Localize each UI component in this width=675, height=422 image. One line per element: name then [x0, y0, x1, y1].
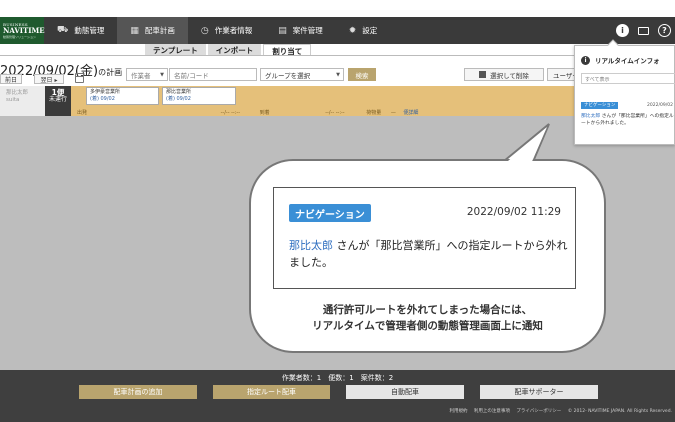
- summary-counts: 作業者数：1 便数：1 案件数：2: [281, 374, 394, 382]
- group-select[interactable]: グループを選択 ▼: [260, 68, 344, 81]
- next-day-button[interactable]: 翌日 ▸: [34, 74, 64, 84]
- footer-links: 利用規約 利用上の注意事項 プライバシーポリシー © 2012- NAVITIM…: [0, 408, 672, 414]
- logo-line2: NAVITIME: [3, 26, 45, 35]
- stop-time: (着) 09/02: [90, 96, 115, 102]
- dispatch-supporter-button[interactable]: 配車サポーター: [480, 385, 598, 399]
- info-icon: i: [581, 55, 590, 65]
- realtime-panel-header: i リアルタイムインフォ: [581, 55, 660, 65]
- auto-dispatch-button[interactable]: 自動配車: [346, 385, 464, 399]
- callout-caption: 通行許可ルートを外れてしまった場合には、 リアルタイムで管理者側の動態管理画面上…: [249, 302, 606, 334]
- nav-item-worker-info[interactable]: ◷ 作業者情報: [188, 17, 265, 44]
- logo-line3: 動態管理ソリューション: [3, 35, 36, 39]
- realtime-message: 那比太郎 さんが「那比営業所」への指定ルートから外れました。: [581, 113, 674, 127]
- notification-user[interactable]: 那比太郎: [289, 239, 333, 252]
- caption-line1: 通行許可ルートを外れてしまった場合には、: [322, 304, 533, 316]
- privacy-link[interactable]: プライバシーポリシー: [516, 409, 561, 414]
- nav-label: 設定: [362, 26, 378, 35]
- chevron-down-icon: ▼: [160, 71, 164, 78]
- notes-link[interactable]: 利用上の注意事項: [474, 409, 510, 414]
- stop-time: (着) 09/02: [166, 96, 191, 102]
- stop-name: 那比営業所: [166, 89, 192, 95]
- terms-link[interactable]: 利用規約: [449, 409, 467, 414]
- document-icon: ▤: [278, 25, 287, 36]
- worker-cell: 那比太郎 suita: [0, 86, 45, 116]
- notification-time: 2022/09/02 11:29: [466, 206, 561, 218]
- delete-selected-label: 選択して削除: [490, 71, 529, 80]
- trip-status: 未運行: [48, 96, 67, 103]
- top-icons: i ?: [616, 17, 671, 44]
- caption-line2: リアルタイムで管理者側の動態管理画面上に通知: [312, 320, 543, 332]
- nav-label: 作業者情報: [214, 26, 253, 35]
- add-plan-button[interactable]: 配車計画の追加: [79, 385, 197, 399]
- copyright: © 2012- NAVITIME JAPAN. All Rights Reser…: [567, 409, 672, 414]
- info-icon[interactable]: i: [616, 24, 629, 37]
- prev-day-button[interactable]: 前日: [0, 74, 22, 84]
- realtime-time: 2022/09/02: [647, 103, 673, 108]
- route-dispatch-button[interactable]: 指定ルート配車: [213, 385, 330, 399]
- app-window: BUSINESS NAVITIME 動態管理ソリューション ⛟ 動態管理 ▦ 配…: [0, 0, 675, 422]
- trip-label: 1便: [51, 88, 65, 97]
- notification-message: 那比太郎 さんが「那比営業所」への指定ルートから外れました。: [289, 237, 569, 271]
- chevron-down-icon: ▼: [336, 71, 340, 78]
- navigation-badge: ナビゲーション: [289, 204, 371, 222]
- footer-bar: 作業者数：1 便数：1 案件数：2 配車計画の追加 指定ルート配車 自動配車 配…: [0, 370, 675, 422]
- name-code-placeholder: 名前/コード: [174, 71, 209, 80]
- top-navigation-bar: BUSINESS NAVITIME 動態管理ソリューション ⛟ 動態管理 ▦ 配…: [0, 17, 675, 44]
- gear-icon: ✹: [348, 25, 357, 36]
- nav-item-dynamic-management[interactable]: ⛟ 動態管理: [44, 17, 117, 44]
- worker-name: 那比太郎: [6, 90, 29, 96]
- calendar-picker-icon[interactable]: [75, 73, 84, 83]
- group-select-value: グループを選択: [265, 71, 311, 80]
- realtime-filter-select[interactable]: すべて表示: [581, 73, 675, 84]
- mail-icon[interactable]: [638, 26, 649, 35]
- name-code-input[interactable]: 名前/コード: [169, 68, 257, 81]
- stop-name: 多伊豪営業所: [90, 89, 121, 95]
- nav-item-case-management[interactable]: ▤ 案件管理: [265, 17, 336, 44]
- realtime-info-panel: i リアルタイムインフォ すべて表示 ナビゲーション 2022/09/02 那比…: [574, 39, 675, 145]
- app-logo: BUSINESS NAVITIME 動態管理ソリューション: [0, 17, 45, 44]
- nav-label: 案件管理: [292, 26, 323, 35]
- notification-card: ナビゲーション 2022/09/02 11:29 那比太郎 さんが「那比営業所」…: [273, 187, 576, 289]
- clock-icon: ◷: [200, 25, 209, 36]
- calendar-icon: ▦: [130, 25, 139, 36]
- nav-item-dispatch-plan[interactable]: ▦ 配車計画: [117, 17, 188, 44]
- stop-card[interactable]: 那比営業所 (着) 09/02: [162, 87, 236, 105]
- help-icon[interactable]: ?: [658, 24, 671, 37]
- plan-suffix: の計画: [98, 68, 123, 77]
- nav-label: 配車計画: [144, 26, 175, 35]
- worker-sub: suita: [6, 97, 20, 103]
- search-button[interactable]: 検索: [348, 68, 376, 81]
- trip-cell[interactable]: 1便 未運行: [45, 86, 71, 116]
- delete-selected-button[interactable]: 選択して削除: [464, 68, 544, 81]
- worker-type-value: 作業者: [131, 71, 151, 80]
- stop-card[interactable]: 多伊豪営業所 (着) 09/02: [86, 87, 159, 105]
- realtime-user[interactable]: 那比太郎: [581, 114, 600, 119]
- truck-icon: ⛟: [57, 25, 69, 35]
- realtime-navigation-badge: ナビゲーション: [581, 102, 619, 109]
- checkbox-icon: [479, 71, 487, 78]
- realtime-panel-title: リアルタイムインフォ: [595, 57, 660, 65]
- nav-item-settings[interactable]: ✹ 設定: [336, 17, 391, 44]
- worker-type-select[interactable]: 作業者 ▼: [126, 68, 168, 81]
- nav-label: 動態管理: [74, 26, 105, 35]
